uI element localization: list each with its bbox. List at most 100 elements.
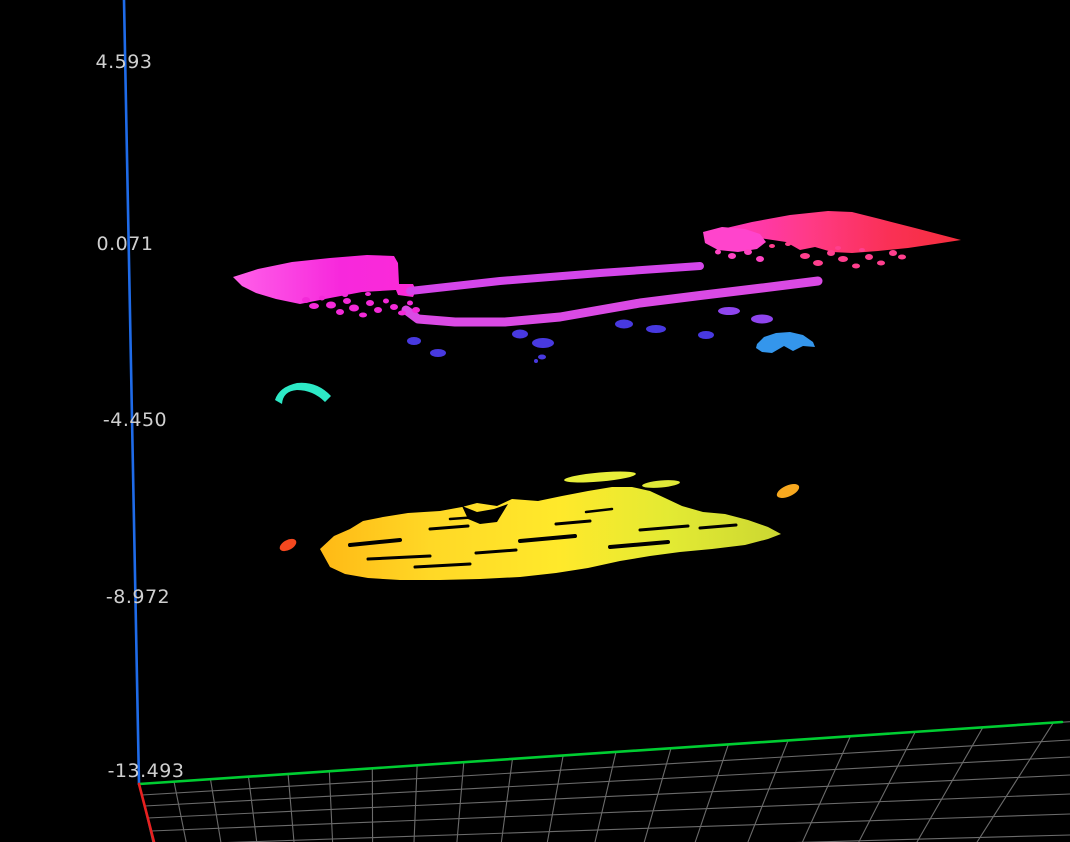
magenta-scatter-dots	[398, 311, 406, 316]
indigo-dots	[534, 359, 538, 363]
grid-vertical-line	[689, 745, 728, 842]
y-axis-line	[139, 784, 154, 842]
red-scatter-dots	[827, 250, 835, 256]
x-axis-line	[139, 722, 1062, 784]
grid-vertical-line	[741, 741, 788, 842]
plane-gap-slit	[640, 526, 688, 530]
cyan-arc-blob	[275, 383, 331, 404]
pink-scatter-dots-left	[728, 253, 736, 259]
purple-dashes	[718, 307, 740, 315]
grid-horizontal-line	[151, 794, 1070, 831]
detached-yellow-strip-2	[642, 479, 680, 489]
yellow-plane-notch	[462, 504, 508, 524]
red-scatter-dots	[800, 253, 810, 259]
grid-vertical-line	[639, 748, 671, 842]
magenta-scatter-dots	[319, 296, 325, 301]
indigo-dots	[407, 337, 421, 345]
pink-scatter-dots-left	[715, 250, 721, 255]
plane-gap-slit	[700, 525, 736, 528]
indigo-dots	[615, 320, 633, 329]
indigo-dots	[646, 325, 666, 333]
magenta-scatter-dots	[342, 293, 348, 297]
magenta-scatter-dots	[343, 298, 351, 304]
red-scatter-dots	[865, 254, 873, 260]
magenta-scatter-dots	[309, 303, 319, 309]
z-axis-tick-label: -4.450	[103, 409, 167, 431]
z-axis-line	[124, 0, 139, 784]
magenta-scatter-dots	[336, 309, 344, 315]
magenta-scatter-dots	[302, 297, 310, 303]
plane-gap-slit	[368, 556, 430, 559]
red-scatter-dots	[898, 255, 906, 260]
grid-vertical-line	[413, 765, 417, 842]
grid-vertical-line	[455, 762, 463, 842]
upper-rail-streak	[410, 266, 700, 291]
grid-horizontal-line	[148, 775, 1070, 818]
grid-vertical-line	[499, 759, 512, 842]
plane-gap-slit	[415, 564, 470, 567]
plane-gap-slit	[430, 526, 468, 529]
grid-vertical-line	[329, 771, 333, 842]
grid-and-axes-canvas	[0, 0, 1070, 842]
grid-vertical-line	[591, 752, 616, 842]
axis-label-layer: 4.593 0.071 -4.450 -8.972 -13.493	[0, 0, 1070, 842]
point-cloud-detail-canvas	[0, 0, 1070, 842]
grid-vertical-line	[794, 736, 850, 842]
magenta-scatter-dots	[374, 307, 382, 313]
magenta-scatter-dots	[390, 304, 398, 310]
indigo-dots	[430, 349, 446, 357]
point-cloud-patch-layer	[0, 0, 1070, 842]
yellow-ground-plane	[0, 0, 1070, 842]
magenta-panel-cluster	[0, 0, 1070, 842]
plane-gap-slit	[476, 550, 516, 553]
red-cluster-left-subpatch	[703, 227, 766, 252]
detached-yellow-strip-1	[564, 469, 637, 484]
red-scatter-dots	[852, 264, 860, 269]
grid-vertical-line	[850, 732, 916, 842]
magenta-scatter-dots	[365, 292, 371, 296]
lightblue-wing-blob	[756, 332, 815, 353]
magenta-scatter-dots	[412, 307, 420, 313]
z-axis-tick-label: -8.972	[106, 586, 170, 608]
grid-vertical-line	[966, 723, 1054, 842]
magenta-scatter-dots	[407, 301, 413, 306]
red-orange-blob	[278, 536, 299, 553]
indigo-dots	[532, 338, 554, 348]
pink-scatter-dots-left	[756, 256, 764, 262]
grid-horizontal-line	[159, 835, 1070, 842]
grid-horizontal-line	[142, 740, 1070, 795]
red-panel-cluster	[0, 0, 1070, 842]
pink-scatter-dots-left	[744, 249, 752, 255]
viewport-3d[interactable]: 4.593 0.071 -4.450 -8.972 -13.493	[0, 0, 1070, 842]
grid-top-edge-line	[139, 722, 1070, 784]
plane-gap-slit	[350, 540, 400, 545]
indigo-dots	[538, 355, 546, 360]
lower-rail-streak	[406, 281, 818, 322]
plane-gap-slit	[520, 536, 575, 541]
plane-gap-slit	[610, 542, 668, 547]
red-scatter-dots	[859, 248, 865, 252]
magenta-scatter-dots	[359, 313, 367, 318]
red-scatter-dots	[838, 256, 848, 262]
grid-vertical-line	[907, 728, 983, 842]
red-scatter-dots	[813, 260, 823, 266]
grid-horizontal-line	[145, 757, 1070, 806]
z-axis-tick-label: 4.593	[96, 51, 153, 73]
grid-vertical-line	[210, 779, 223, 842]
magenta-scatter-dots	[383, 299, 389, 304]
magenta-scatter-dots	[366, 300, 374, 306]
z-axis-tick-label: 0.071	[97, 233, 154, 255]
grid-horizontal-line	[155, 814, 1070, 842]
grid-vertical-line	[288, 774, 295, 842]
grid-vertical-line	[248, 777, 259, 842]
grid-vertical-line	[544, 756, 563, 842]
grid-vertical-line	[139, 784, 157, 842]
plane-gap-slit	[586, 509, 612, 512]
plane-gap-slit	[556, 521, 590, 524]
z-axis-tick-label: -13.493	[108, 760, 185, 782]
red-scatter-dots	[889, 250, 897, 256]
indigo-dots	[698, 331, 714, 339]
purple-dashes	[751, 315, 773, 324]
grid-vertical-line	[174, 782, 190, 842]
magenta-scatter-dots	[326, 302, 336, 309]
